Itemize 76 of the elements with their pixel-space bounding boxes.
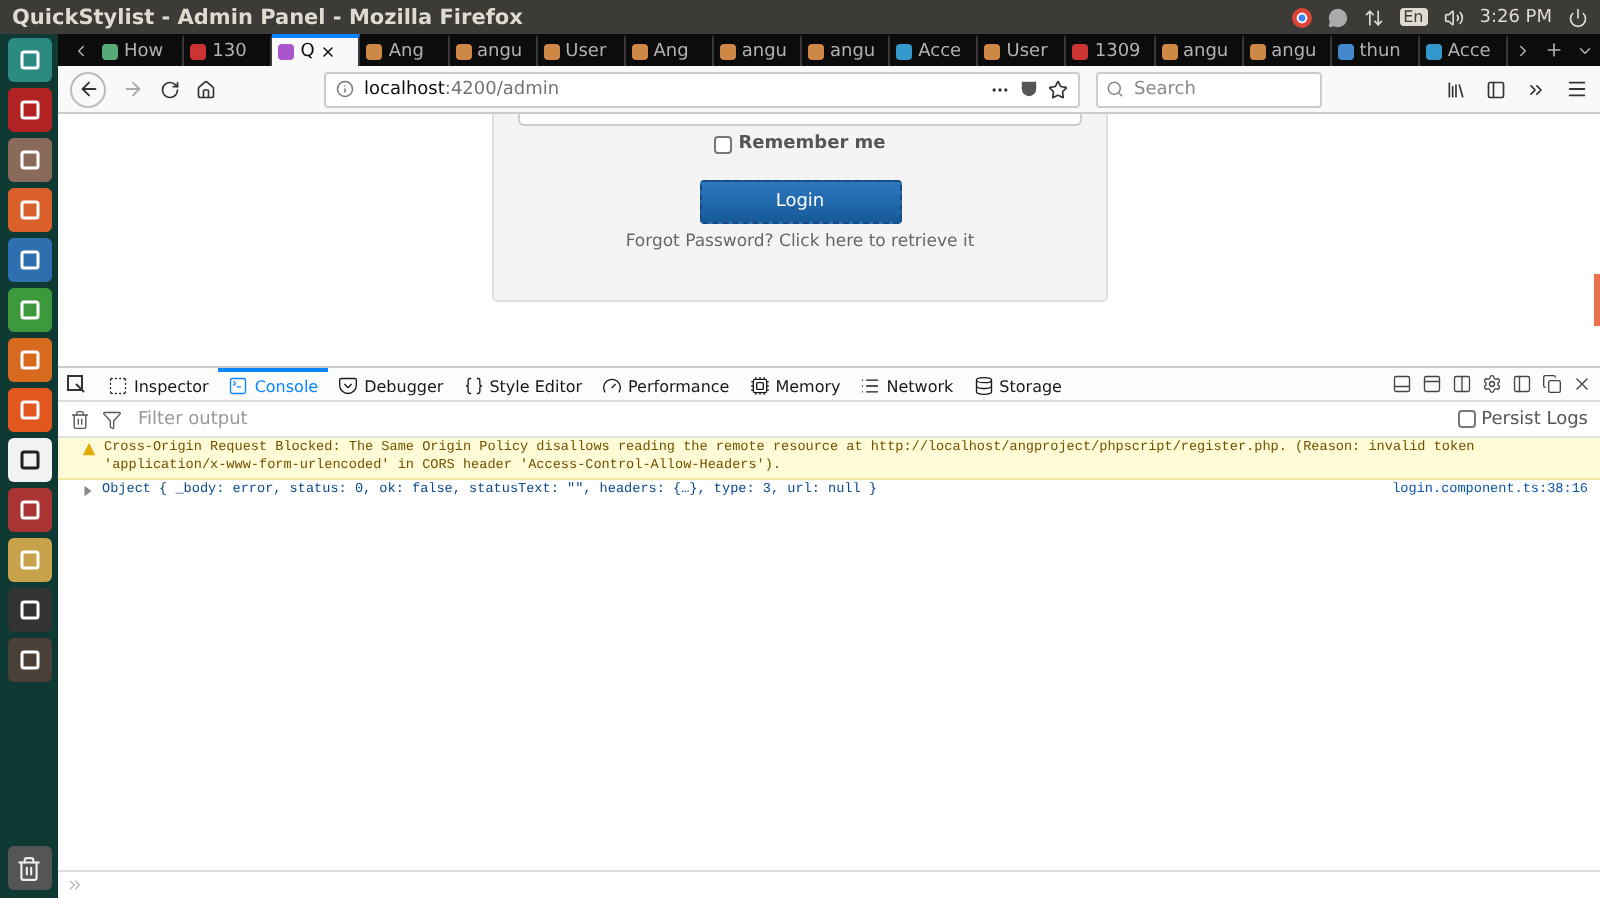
- chip-icon: [749, 376, 770, 396]
- devtools-tab[interactable]: Performance: [592, 368, 740, 400]
- gauge-icon: [602, 376, 623, 396]
- chat-icon[interactable]: [1327, 7, 1348, 27]
- browser-tab[interactable]: Q: [272, 34, 361, 66]
- devtools-tab[interactable]: Debugger: [328, 368, 454, 400]
- url-path: :4200/admin: [444, 79, 562, 99]
- picker-icon[interactable]: [66, 374, 86, 394]
- favicon-icon: [984, 44, 1001, 60]
- favicon-icon: [102, 44, 118, 60]
- side-panel-icon[interactable]: [1512, 374, 1532, 394]
- library-icon[interactable]: [1446, 79, 1466, 99]
- power-icon[interactable]: [1568, 7, 1588, 27]
- shield-icon[interactable]: [1020, 80, 1038, 98]
- trash-icon[interactable]: [7, 846, 51, 890]
- persist-logs-checkbox[interactable]: Persist Logs: [1457, 409, 1588, 429]
- responsive-icon[interactable]: [1452, 374, 1472, 394]
- info-icon[interactable]: [336, 80, 354, 98]
- favicon-icon: [278, 44, 295, 60]
- favicon-icon: [1161, 44, 1177, 60]
- clock[interactable]: 3:26 PM: [1479, 7, 1552, 27]
- braces-icon: [463, 376, 484, 396]
- forgot-password-text[interactable]: Forgot Password? Click here to retrieve it: [625, 232, 975, 252]
- network-icon[interactable]: [1363, 7, 1384, 27]
- address-bar[interactable]: localhost:4200/admin: [324, 71, 1080, 107]
- favicon-icon: [455, 44, 471, 60]
- favicon-icon: [1425, 44, 1442, 60]
- devtools-tab[interactable]: Storage: [963, 368, 1072, 400]
- expand-icon[interactable]: [82, 484, 94, 498]
- split-console-icon[interactable]: [1422, 374, 1442, 394]
- volume-icon[interactable]: [1443, 7, 1464, 27]
- filter-icon: [102, 409, 122, 429]
- overflow-icon[interactable]: [1526, 79, 1546, 99]
- menu-icon[interactable]: [1566, 78, 1588, 100]
- favicon-icon: [1072, 44, 1089, 60]
- favicon-icon: [543, 44, 560, 60]
- reload-icon[interactable]: [160, 79, 180, 99]
- search-field[interactable]: Search: [1096, 71, 1322, 107]
- database-icon: [973, 376, 994, 396]
- search-icon: [1106, 79, 1124, 97]
- favicon-icon: [808, 44, 824, 60]
- trash-icon[interactable]: [70, 409, 90, 429]
- devtools-tab[interactable]: Console: [218, 368, 329, 400]
- square-icon: [108, 376, 128, 396]
- separate-window-icon[interactable]: [1542, 374, 1562, 394]
- favicon-icon: [719, 44, 736, 60]
- devtools-tab[interactable]: Inspector: [98, 368, 219, 400]
- window-title: QuickStylist - Admin Panel - Mozilla Firefox: [12, 5, 525, 29]
- favicon-icon: [190, 44, 207, 60]
- devtools-tab[interactable]: Memory: [739, 368, 851, 400]
- filter-field[interactable]: Filter output: [134, 407, 1446, 431]
- dock-icon[interactable]: [1392, 374, 1412, 394]
- keyboard-layout[interactable]: En: [1399, 8, 1428, 26]
- devtools-tab[interactable]: Network: [850, 368, 964, 400]
- prompt-icon: [66, 876, 84, 894]
- checkbox[interactable]: [1457, 410, 1476, 428]
- favicon-icon: [366, 44, 383, 60]
- sidebar-icon[interactable]: [1486, 79, 1506, 99]
- favicon-icon: [631, 44, 648, 60]
- star-icon[interactable]: [1048, 79, 1068, 99]
- back-arrow-icon: [77, 78, 99, 100]
- close-icon[interactable]: [320, 44, 337, 60]
- list-icon: [860, 376, 881, 396]
- remember-checkbox[interactable]: Remember me: [714, 134, 886, 154]
- favicon-icon: [1249, 44, 1266, 60]
- scroll-marker: [1594, 274, 1600, 326]
- url-host: localhost: [364, 79, 445, 99]
- checkbox[interactable]: [714, 135, 733, 153]
- input-field[interactable]: [518, 114, 1082, 126]
- warning-icon: [82, 442, 96, 456]
- login-button[interactable]: Login: [699, 180, 901, 224]
- back-button[interactable]: [70, 71, 106, 107]
- close-icon[interactable]: [1572, 374, 1592, 394]
- favicon-icon: [1337, 44, 1354, 60]
- devtools-tab[interactable]: Style Editor: [453, 368, 593, 400]
- favicon-icon: [896, 44, 913, 60]
